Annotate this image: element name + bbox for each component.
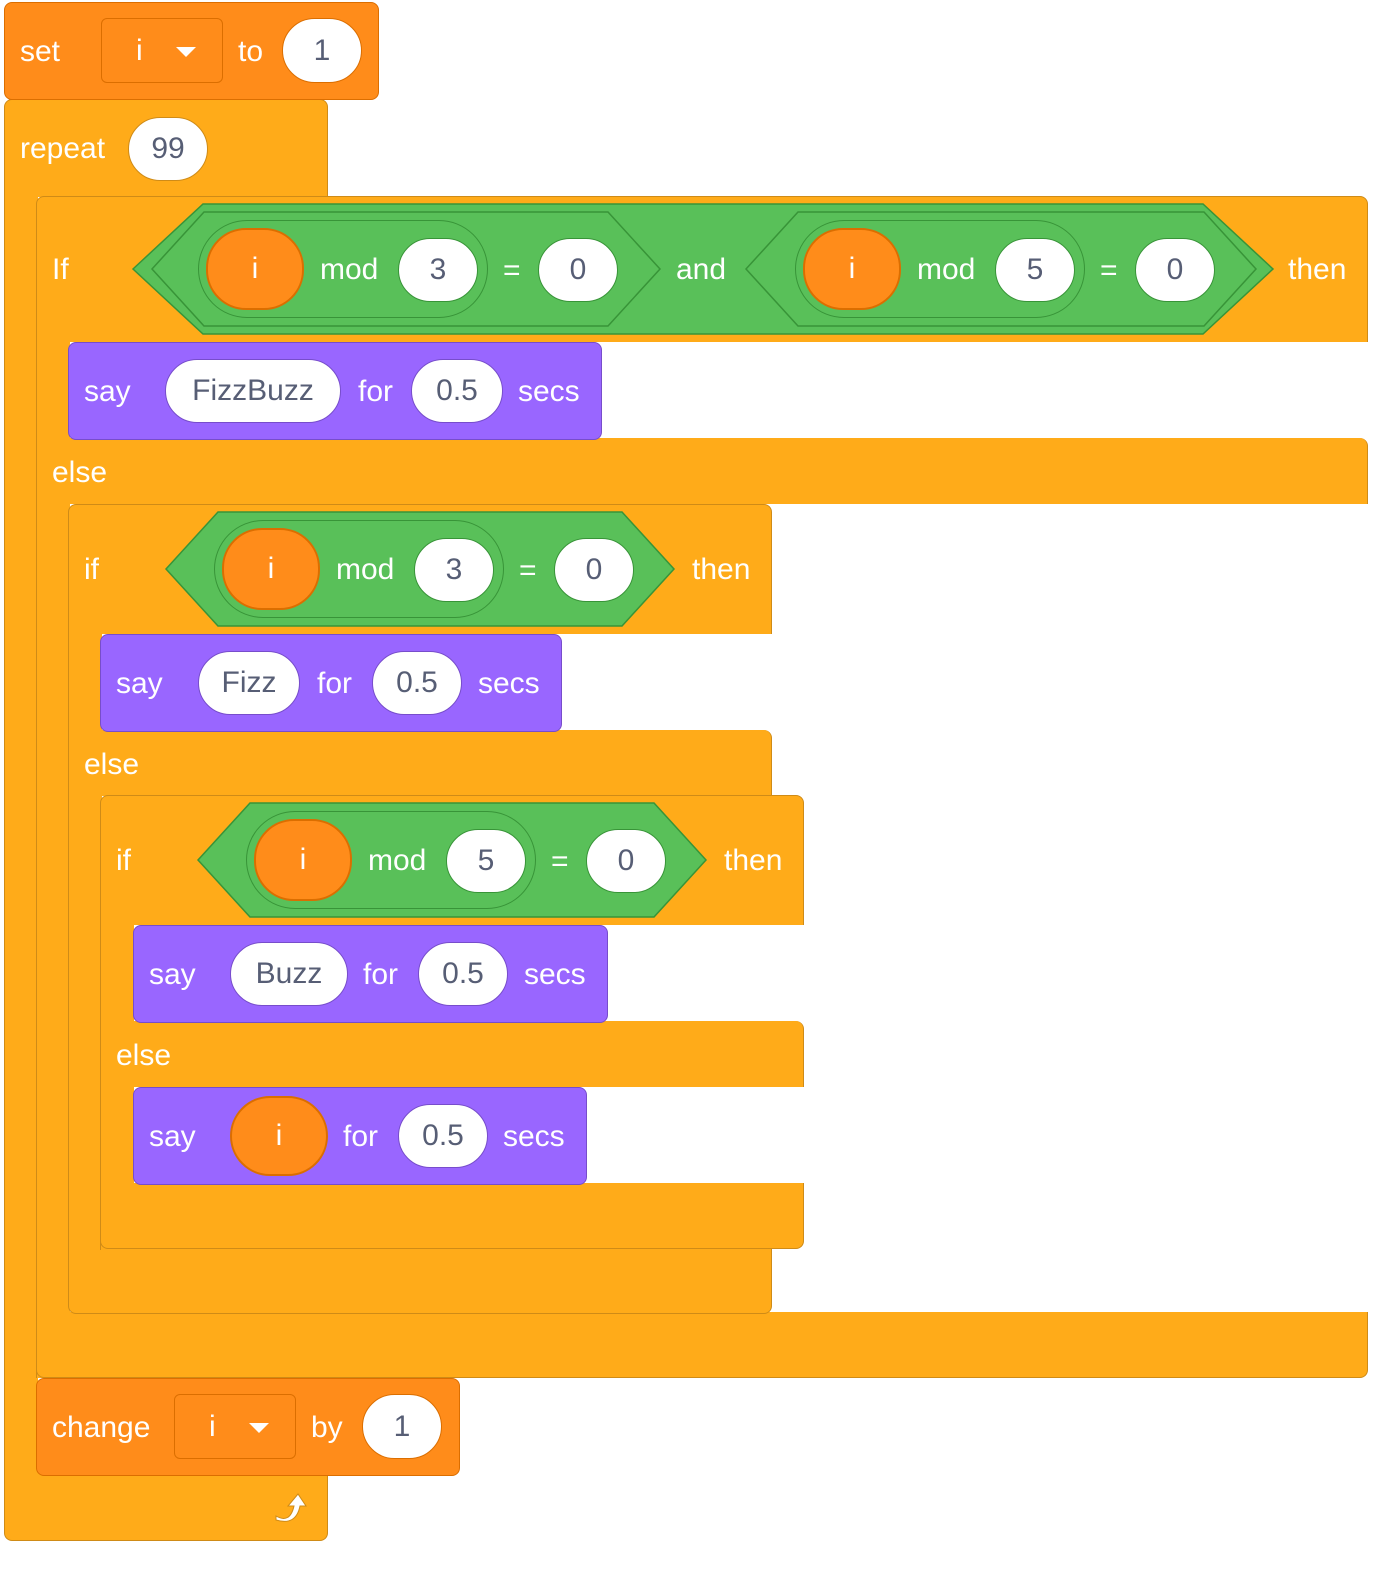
var-i-reporter[interactable]: i xyxy=(206,228,304,310)
variable-dropdown-value: i xyxy=(209,1410,216,1443)
repeat-count-input[interactable]: 99 xyxy=(128,117,208,181)
variable-dropdown[interactable]: i xyxy=(101,18,223,83)
to-label: to xyxy=(238,35,264,68)
secs-label: secs xyxy=(503,1120,565,1153)
change-value-input[interactable]: 1 xyxy=(362,1394,442,1459)
for-label: for xyxy=(343,1120,379,1153)
secs-input[interactable]: 0.5 xyxy=(398,1104,488,1168)
loop-arrow-icon xyxy=(270,1490,310,1526)
if1-else-label: else xyxy=(52,456,108,489)
repeat-block-arm xyxy=(4,190,38,1490)
set-label: set xyxy=(20,35,61,68)
equals-rhs-input[interactable]: 0 xyxy=(554,538,634,602)
for-label: for xyxy=(317,667,353,700)
say-label: say xyxy=(84,375,131,408)
equals-rhs-input[interactable]: 0 xyxy=(586,829,666,893)
mod-label: mod xyxy=(368,844,427,877)
var-i-reporter[interactable]: i xyxy=(254,819,352,901)
secs-label: secs xyxy=(524,958,586,991)
if2-else-bar xyxy=(68,730,772,796)
mod-label: mod xyxy=(336,553,395,586)
dropdown-arrow-icon xyxy=(176,47,196,57)
mod-label: mod xyxy=(320,253,379,286)
var-i-reporter[interactable]: i xyxy=(803,228,901,310)
equals-label: = xyxy=(1100,254,1118,287)
say-text-input[interactable]: Fizz xyxy=(198,651,300,715)
if2-else-label: else xyxy=(84,748,140,781)
if3-then-label: then xyxy=(724,844,783,877)
say-label: say xyxy=(149,958,196,991)
mod-divisor-input[interactable]: 5 xyxy=(995,238,1075,302)
equals-rhs-input[interactable]: 0 xyxy=(1135,238,1215,302)
equals-label: = xyxy=(519,554,537,587)
mod-divisor-input[interactable]: 3 xyxy=(398,238,478,302)
set-value-input[interactable]: 1 xyxy=(282,18,362,83)
if1-footer xyxy=(36,1312,1368,1378)
var-i-reporter[interactable]: i xyxy=(230,1096,328,1176)
variable-dropdown[interactable]: i xyxy=(174,1394,296,1459)
equals-rhs-input[interactable]: 0 xyxy=(538,238,618,302)
mod-divisor-input[interactable]: 3 xyxy=(414,538,494,602)
if1-else-bar xyxy=(36,438,1368,504)
if1-label: If xyxy=(52,253,69,286)
for-label: for xyxy=(358,375,394,408)
if2-arm xyxy=(68,630,102,1250)
if3-else-label: else xyxy=(116,1039,172,1072)
say-text-input[interactable]: FizzBuzz xyxy=(165,359,341,423)
if3-else-bar xyxy=(100,1021,804,1087)
for-label: for xyxy=(363,958,399,991)
secs-input[interactable]: 0.5 xyxy=(418,942,508,1006)
say-text-input[interactable]: Buzz xyxy=(230,942,348,1006)
if1-then-label: then xyxy=(1288,253,1347,286)
secs-label: secs xyxy=(518,375,580,408)
by-label: by xyxy=(311,1411,343,1444)
equals-label: = xyxy=(503,254,521,287)
repeat-label: repeat xyxy=(20,132,106,165)
mod-label: mod xyxy=(917,253,976,286)
if2-then-label: then xyxy=(692,553,751,586)
dropdown-arrow-icon xyxy=(249,1423,269,1433)
variable-dropdown-value: i xyxy=(136,34,143,67)
if3-footer xyxy=(100,1183,804,1249)
change-label: change xyxy=(52,1411,151,1444)
var-i-reporter[interactable]: i xyxy=(222,528,320,610)
if2-label: if xyxy=(84,553,99,586)
say-label: say xyxy=(116,667,163,700)
and-label: and xyxy=(676,253,727,286)
secs-input[interactable]: 0.5 xyxy=(372,651,462,715)
mod-divisor-input[interactable]: 5 xyxy=(446,829,526,893)
if2-footer xyxy=(68,1248,772,1314)
if3-label: if xyxy=(116,844,131,877)
equals-label: = xyxy=(551,845,569,878)
secs-input[interactable]: 0.5 xyxy=(411,359,503,423)
secs-label: secs xyxy=(478,667,540,700)
say-label: say xyxy=(149,1120,196,1153)
